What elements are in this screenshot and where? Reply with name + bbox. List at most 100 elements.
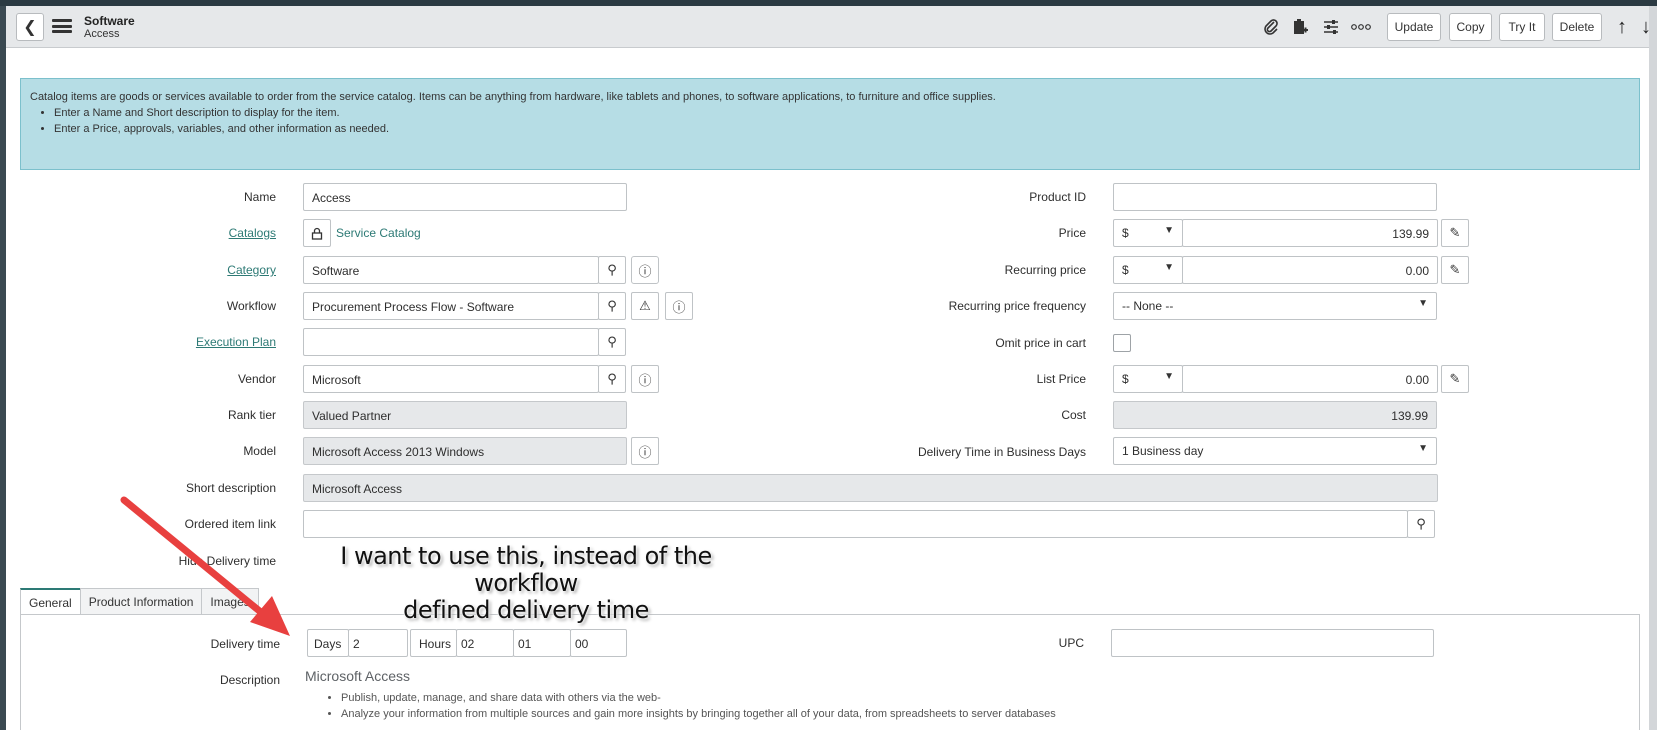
ordered-item-link-input[interactable] — [303, 510, 1408, 538]
annotation-callout: I want to use this, instead of the workf… — [296, 543, 756, 624]
info-bullet: Enter a Price, approvals, variables, and… — [54, 121, 1630, 137]
cost-field: 139.99 — [1113, 401, 1437, 429]
price-label: Price — [1058, 226, 1086, 240]
recurring-price-label: Recurring price — [1004, 263, 1086, 277]
recurring-frequency-select[interactable]: -- None -- ▼ — [1113, 292, 1437, 320]
currency-value: $ — [1122, 226, 1129, 240]
caret-down-icon: ▼ — [1164, 371, 1174, 382]
annotation-line-1: I want to use this, instead of the workf… — [340, 542, 712, 597]
cost-label: Cost — [1061, 408, 1086, 422]
search-icon[interactable]: ⚲ — [598, 365, 626, 393]
name-label: Name — [243, 190, 276, 204]
delivery-days-select[interactable]: 1 Business day ▼ — [1113, 437, 1437, 465]
search-icon[interactable]: ⚲ — [598, 256, 626, 284]
caret-down-icon: ▼ — [1164, 262, 1174, 273]
product-id-label: Product ID — [1029, 190, 1086, 204]
search-icon[interactable]: ⚲ — [598, 328, 626, 356]
scrollbar[interactable] — [1649, 6, 1657, 730]
execution-plan-input[interactable] — [303, 328, 599, 356]
catalogs-link[interactable]: Catalogs — [150, 226, 276, 240]
upc-label: UPC — [1058, 636, 1084, 650]
catalogs-value[interactable]: Service Catalog — [336, 226, 421, 240]
info-message: Catalog items are goods or services avai… — [20, 78, 1640, 170]
delivery-days-label: Delivery Time in Business Days — [917, 445, 1086, 459]
pencil-icon[interactable]: ✎ — [1441, 256, 1469, 284]
seconds-input[interactable]: 00 — [570, 629, 627, 657]
description-label: Description — [219, 673, 280, 687]
omit-price-checkbox[interactable] — [1113, 334, 1131, 352]
select-value: -- None -- — [1122, 299, 1174, 313]
pencil-icon[interactable]: ✎ — [1441, 219, 1469, 247]
caret-down-icon: ▼ — [1164, 225, 1174, 236]
info-icon[interactable]: ⓘ — [665, 292, 693, 320]
list-item: Publish, update, manage, and share data … — [341, 690, 1056, 706]
category-input[interactable]: Software — [303, 256, 599, 284]
copy-button[interactable]: Copy — [1449, 13, 1492, 41]
model-label: Model — [243, 444, 276, 458]
currency-value: $ — [1122, 372, 1129, 386]
info-icon[interactable]: ⓘ — [631, 437, 659, 465]
back-button[interactable]: ❮ — [16, 13, 44, 41]
short-description-field[interactable]: Microsoft Access — [303, 474, 1438, 502]
update-button[interactable]: Update — [1387, 13, 1441, 41]
name-input[interactable]: Access — [303, 183, 627, 211]
currency-value: $ — [1122, 263, 1129, 277]
description-title: Microsoft Access — [305, 668, 411, 684]
try-it-button[interactable]: Try It — [1499, 13, 1545, 41]
warning-icon[interactable]: ⚠ — [631, 292, 659, 320]
days-label: Days — [307, 629, 349, 657]
recurring-frequency-label: Recurring price frequency — [948, 299, 1086, 313]
select-value: 1 Business day — [1122, 444, 1204, 458]
recurring-price-input[interactable]: 0.00 — [1182, 256, 1438, 284]
price-input[interactable]: 139.99 — [1182, 219, 1438, 247]
paperclip-icon[interactable] — [1259, 15, 1283, 39]
product-id-input[interactable] — [1113, 183, 1437, 211]
vendor-input[interactable]: Microsoft — [303, 365, 599, 393]
settings-sliders-icon[interactable] — [1319, 15, 1343, 39]
execution-plan-link[interactable]: Execution Plan — [150, 335, 276, 349]
model-field: Microsoft Access 2013 Windows — [303, 437, 627, 465]
page-title: Software — [84, 14, 135, 28]
price-currency-select[interactable]: $ ▼ — [1113, 219, 1183, 247]
workflow-input[interactable]: Procurement Process Flow - Software — [303, 292, 599, 320]
delete-button[interactable]: Delete — [1552, 13, 1602, 41]
description-list: Publish, update, manage, and share data … — [325, 690, 1056, 722]
list-item: Analyze your information from multiple s… — [341, 706, 1056, 722]
rank-tier-label: Rank tier — [227, 408, 276, 422]
annotation-line-2: defined delivery time — [403, 596, 649, 624]
left-strip — [0, 6, 6, 730]
hours-label: Hours — [410, 629, 457, 657]
tab-general[interactable]: General — [20, 588, 81, 615]
info-icon[interactable]: ⓘ — [631, 256, 659, 284]
pencil-icon[interactable]: ✎ — [1441, 365, 1469, 393]
search-icon[interactable]: ⚲ — [1407, 510, 1435, 538]
recurring-currency-select[interactable]: $ ▼ — [1113, 256, 1183, 284]
upc-input[interactable] — [1111, 629, 1434, 657]
info-text: Catalog items are goods or services avai… — [30, 91, 996, 103]
days-input[interactable]: 2 — [348, 629, 408, 657]
menu-icon[interactable] — [52, 17, 72, 35]
info-icon[interactable]: ⓘ — [631, 365, 659, 393]
more-icon[interactable] — [1349, 15, 1373, 39]
hours-input[interactable]: 02 — [456, 629, 514, 657]
caret-down-icon: ▼ — [1418, 298, 1428, 309]
rank-tier-field: Valued Partner — [303, 401, 627, 429]
omit-price-label: Omit price in cart — [995, 336, 1086, 350]
lock-icon[interactable] — [303, 219, 331, 247]
arrow-down-icon[interactable]: ↓ — [1634, 15, 1657, 39]
workflow-label: Workflow — [226, 299, 276, 313]
category-link[interactable]: Category — [150, 263, 276, 277]
vendor-label: Vendor — [237, 372, 276, 386]
page-subtitle: Access — [84, 28, 120, 40]
minutes-input[interactable]: 01 — [513, 629, 571, 657]
annotation-arrow — [120, 496, 290, 636]
clipboard-add-icon[interactable] — [1288, 15, 1312, 39]
list-price-input[interactable]: 0.00 — [1182, 365, 1438, 393]
list-price-label: List Price — [1036, 372, 1086, 386]
list-currency-select[interactable]: $ ▼ — [1113, 365, 1183, 393]
form-header: ❮ Software Access Update Copy Try It Del… — [6, 6, 1651, 48]
search-icon[interactable]: ⚲ — [598, 292, 626, 320]
arrow-up-icon[interactable]: ↑ — [1610, 15, 1634, 39]
caret-down-icon: ▼ — [1418, 443, 1428, 454]
chevron-left-icon: ❮ — [23, 19, 37, 36]
